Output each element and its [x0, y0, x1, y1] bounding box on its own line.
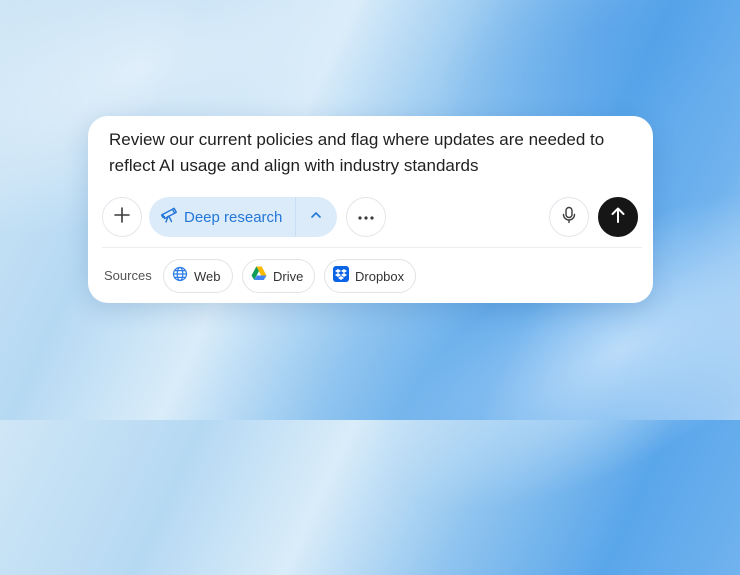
ellipsis-icon — [357, 208, 375, 226]
google-drive-icon — [251, 266, 267, 286]
prompt-composer: Review our current policies and flag whe… — [88, 116, 653, 303]
source-label-drive: Drive — [273, 268, 304, 284]
mode-options-toggle[interactable] — [296, 197, 336, 237]
composer-toolbar: Deep research — [102, 197, 642, 237]
source-chip-drive[interactable]: Drive — [242, 259, 316, 293]
deep-research-label: Deep research — [184, 208, 283, 226]
plus-icon — [113, 206, 131, 229]
deep-research-button[interactable]: Deep research — [149, 197, 295, 237]
add-attachment-button[interactable] — [102, 197, 142, 237]
dropbox-icon — [333, 265, 349, 287]
telescope-icon — [160, 206, 178, 229]
send-button[interactable] — [598, 197, 638, 237]
globe-icon — [172, 266, 188, 287]
chevron-up-icon — [309, 208, 323, 227]
source-chip-dropbox[interactable]: Dropbox — [324, 259, 417, 293]
source-chip-web[interactable]: Web — [163, 259, 233, 293]
voice-input-button[interactable] — [549, 197, 589, 237]
source-label-web: Web — [194, 268, 221, 284]
divider — [102, 247, 642, 248]
sources-label: Sources — [104, 268, 152, 283]
source-label-dropbox: Dropbox — [355, 268, 405, 284]
arrow-up-icon — [610, 206, 626, 229]
more-options-button[interactable] — [346, 197, 386, 237]
prompt-input[interactable]: Review our current policies and flag whe… — [109, 127, 639, 179]
deep-research-mode-pill: Deep research — [149, 197, 337, 237]
microphone-icon — [561, 206, 577, 229]
sources-bar: Sources Web Drive Dropbox — [104, 259, 644, 293]
